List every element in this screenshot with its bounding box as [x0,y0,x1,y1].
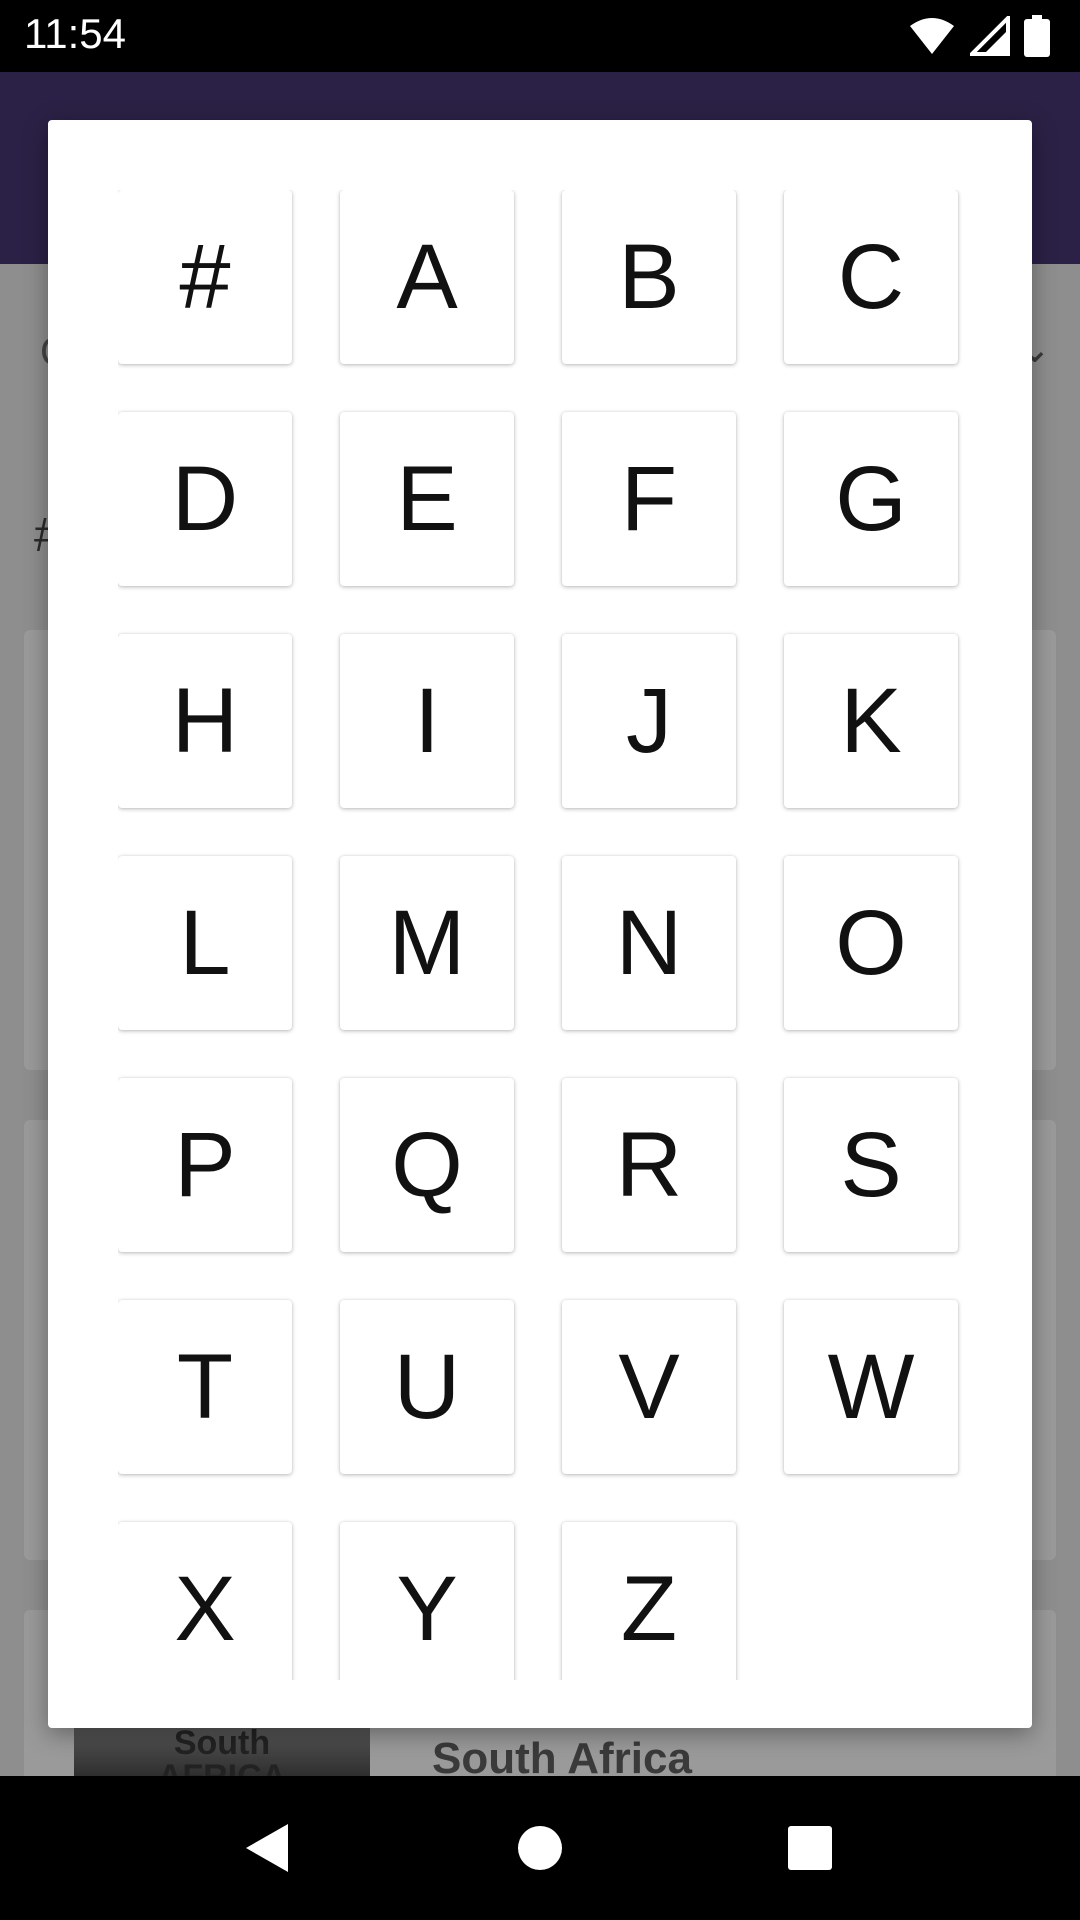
letter-button[interactable]: Z [562,1522,736,1680]
battery-icon [1024,15,1050,57]
letter-button[interactable]: M [340,856,514,1030]
letter-button[interactable]: I [340,634,514,808]
letter-button[interactable]: X [118,1522,292,1680]
letter-button[interactable]: V [562,1300,736,1474]
back-icon[interactable] [236,1816,300,1880]
letter-button[interactable]: C [784,190,958,364]
flag-text-line1: South [173,1726,271,1762]
letter-button[interactable]: E [340,412,514,586]
recents-icon[interactable] [778,1816,842,1880]
cell-signal-icon [970,16,1010,56]
letter-button[interactable]: D [118,412,292,586]
letter-button[interactable]: P [118,1078,292,1252]
status-time: 11:54 [24,10,126,57]
letter-button[interactable]: B [562,190,736,364]
navigation-bar [0,1776,1080,1920]
letter-button[interactable]: O [784,856,958,1030]
letter-button[interactable]: # [118,190,292,364]
country-flag-image: South AFRICA [74,1726,370,1776]
letter-button[interactable]: R [562,1078,736,1252]
letter-button[interactable]: Y [340,1522,514,1680]
status-icons [908,14,1050,58]
letter-picker-dialog: # A B C D E F G H I J K L M N O P Q R S T U V W X Y Z [48,120,1032,1728]
letter-button[interactable]: L [118,856,292,1030]
letter-button[interactable]: W [784,1300,958,1474]
letter-button[interactable]: A [340,190,514,364]
letter-button[interactable]: G [784,412,958,586]
status-bar: 11:54 [0,0,1080,72]
letter-button[interactable]: Q [340,1078,514,1252]
letter-button[interactable]: S [784,1078,958,1252]
letter-grid: # A B C D E F G H I J K L M N O P Q R S T U V W X Y Z [118,190,964,1680]
letter-button[interactable]: T [118,1300,292,1474]
flag-text-line2: AFRICA [74,1760,370,1776]
letter-button[interactable]: U [340,1300,514,1474]
letter-button[interactable]: F [562,412,736,586]
wifi-icon [910,18,954,54]
letter-button[interactable]: H [118,634,292,808]
letter-button[interactable]: K [784,634,958,808]
letter-button[interactable]: J [562,634,736,808]
home-icon[interactable] [508,1816,572,1880]
letter-button[interactable]: N [562,856,736,1030]
